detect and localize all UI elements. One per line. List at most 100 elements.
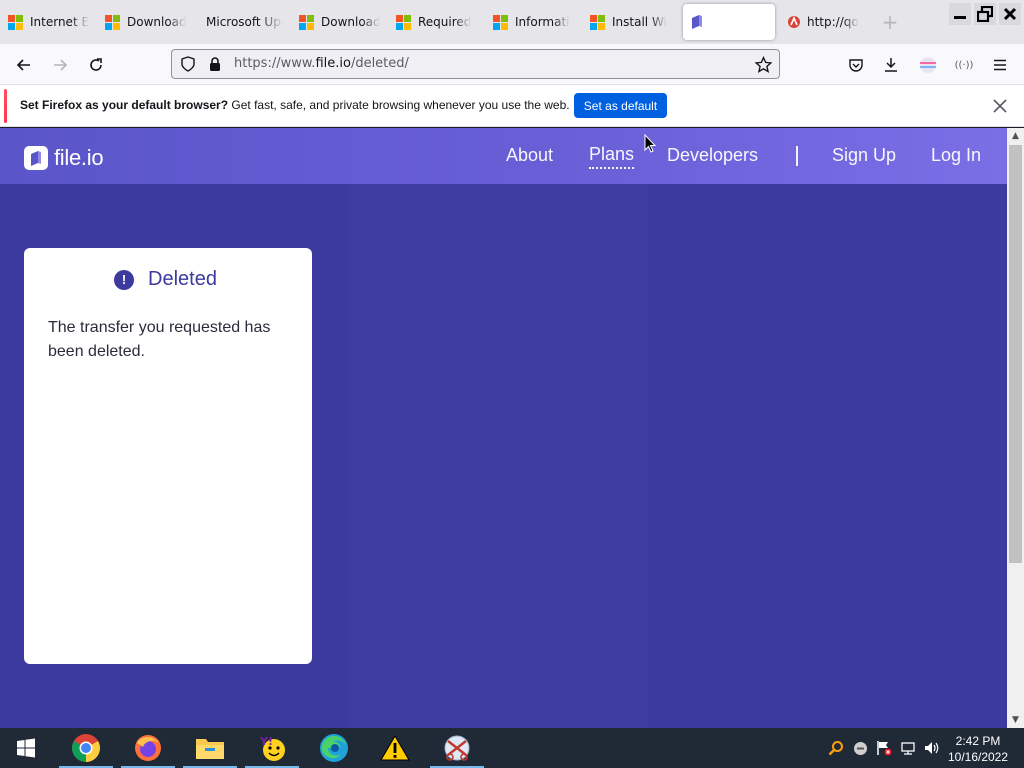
nav-about-link[interactable]: About xyxy=(506,145,553,166)
tab-required[interactable]: Required xyxy=(388,4,485,40)
bookmark-star-icon[interactable] xyxy=(755,56,772,73)
tab-information[interactable]: Informati xyxy=(485,4,582,40)
close-icon xyxy=(993,99,1007,113)
navigation-toolbar: https://www.file.io/deleted/ ((·)) xyxy=(0,44,1024,85)
card-message: The transfer you requested has been dele… xyxy=(48,319,271,360)
deleted-card: ! Deleted The transfer you requested has… xyxy=(24,248,312,664)
tab-strip: Internet E Download Microsoft Upo Downlo… xyxy=(0,0,1024,44)
firefox-icon xyxy=(135,735,161,761)
tray-search[interactable] xyxy=(827,738,845,758)
nav-developers-link[interactable]: Developers xyxy=(667,145,758,166)
mouse-cursor-icon xyxy=(644,134,656,153)
set-as-default-button[interactable]: Set as default xyxy=(574,93,667,118)
downloads-button[interactable] xyxy=(877,51,905,79)
svg-text:Y!: Y! xyxy=(259,735,273,748)
nav-login-link[interactable]: Log In xyxy=(931,145,981,166)
tab-title: http://qo xyxy=(807,15,859,29)
windows-taskbar: Y! 2:42 PM 10/16/2022 xyxy=(0,728,1024,768)
tab-title: Microsoft Upo xyxy=(206,15,283,29)
site-logo[interactable]: file.io xyxy=(24,145,104,171)
site-header: file.io About Plans Developers Sign Up L… xyxy=(0,128,1007,184)
search-icon xyxy=(828,741,843,756)
file-explorer-icon xyxy=(196,739,224,759)
url-path: /deleted/ xyxy=(350,56,409,71)
tab-fileio-active[interactable] xyxy=(683,4,775,40)
tray-action-center-flag[interactable] xyxy=(875,738,893,758)
microsoft-icon xyxy=(8,14,23,30)
pocket-button[interactable] xyxy=(842,51,870,79)
close-icon xyxy=(1003,7,1017,21)
microsoft-icon xyxy=(590,14,605,30)
notification-accent xyxy=(4,89,7,123)
tab-title: Install Wi xyxy=(612,15,667,29)
logo-text: file.io xyxy=(54,145,104,170)
nav-separator xyxy=(796,146,798,166)
tab-http[interactable]: http://qo xyxy=(779,4,876,40)
tab-download-2[interactable]: Download xyxy=(291,4,388,40)
start-button[interactable] xyxy=(0,728,52,768)
background-band xyxy=(348,184,648,728)
warning-icon xyxy=(380,735,410,761)
snipping-tool-icon xyxy=(444,735,470,761)
taskbar-clock[interactable]: 2:42 PM 10/16/2022 xyxy=(938,733,1018,765)
url-text[interactable]: https://www.file.io/deleted/ xyxy=(234,56,409,71)
tab-install-windows[interactable]: Install Wi xyxy=(582,4,679,40)
taskbar-firefox[interactable] xyxy=(119,728,177,768)
account-avatar-icon xyxy=(920,57,936,73)
reload-button[interactable] xyxy=(82,51,110,79)
tab-microsoft-update[interactable]: Microsoft Upo xyxy=(194,4,291,40)
taskbar-file-explorer[interactable] xyxy=(181,728,239,768)
tray-app-status[interactable] xyxy=(851,738,869,758)
restore-icon xyxy=(977,6,993,22)
scrollbar-thumb[interactable] xyxy=(1009,145,1022,563)
status-minus-icon xyxy=(853,741,867,755)
download-icon xyxy=(885,58,897,72)
fileio-icon xyxy=(692,15,702,29)
scroll-down-arrow-icon[interactable]: ▼ xyxy=(1010,714,1021,725)
back-button[interactable] xyxy=(10,51,38,79)
url-prefix: https://www. xyxy=(234,56,316,71)
microsoft-icon xyxy=(396,14,411,30)
notification-close-button[interactable] xyxy=(990,96,1010,116)
app-menu-button[interactable] xyxy=(986,51,1014,79)
pocket-icon xyxy=(849,59,863,72)
reload-icon xyxy=(90,58,102,71)
notification-bold-text: Set Firefox as your default browser? xyxy=(20,98,229,112)
edge-icon xyxy=(320,734,348,762)
tab-title: Internet E xyxy=(30,15,89,29)
tab-internet-explorer[interactable]: Internet E xyxy=(0,4,97,40)
taskbar-warning-app[interactable] xyxy=(366,728,424,768)
extension-icon: ((·)) xyxy=(954,59,974,71)
page-scrollbar[interactable]: ▲ ▼ xyxy=(1007,128,1024,728)
tab-title: Download xyxy=(127,15,186,29)
taskbar-chrome[interactable] xyxy=(57,728,115,768)
extension-button[interactable]: ((·)) xyxy=(950,51,978,79)
forward-button[interactable] xyxy=(46,51,74,79)
taskbar-yahoo-messenger[interactable]: Y! xyxy=(243,728,301,768)
nav-signup-link[interactable]: Sign Up xyxy=(832,145,896,166)
scroll-up-arrow-icon[interactable]: ▲ xyxy=(1010,130,1021,141)
tab-title: Required xyxy=(418,15,472,29)
shield-icon[interactable] xyxy=(180,56,196,72)
tray-network[interactable] xyxy=(899,738,917,758)
account-button[interactable] xyxy=(914,51,942,79)
http-icon xyxy=(788,15,800,28)
yahoo-messenger-icon: Y! xyxy=(259,735,285,761)
nav-plans-link[interactable]: Plans xyxy=(589,144,635,169)
microsoft-icon xyxy=(105,14,120,30)
taskbar-edge[interactable] xyxy=(305,728,363,768)
url-domain: file.io xyxy=(315,56,351,71)
address-bar[interactable]: https://www.file.io/deleted/ xyxy=(171,49,780,79)
network-icon xyxy=(901,742,915,755)
minimize-button[interactable] xyxy=(949,3,971,25)
default-browser-notification: Set Firefox as your default browser? Get… xyxy=(0,85,1024,127)
back-arrow-icon xyxy=(16,59,30,71)
new-tab-button[interactable]: + xyxy=(876,8,904,36)
close-window-button[interactable] xyxy=(999,3,1021,25)
taskbar-snipping-tool[interactable] xyxy=(428,728,486,768)
restore-button[interactable] xyxy=(974,3,996,25)
microsoft-icon xyxy=(299,14,314,30)
lock-icon[interactable] xyxy=(207,56,223,72)
hamburger-menu-icon xyxy=(994,59,1006,71)
tab-download-1[interactable]: Download xyxy=(97,4,194,40)
